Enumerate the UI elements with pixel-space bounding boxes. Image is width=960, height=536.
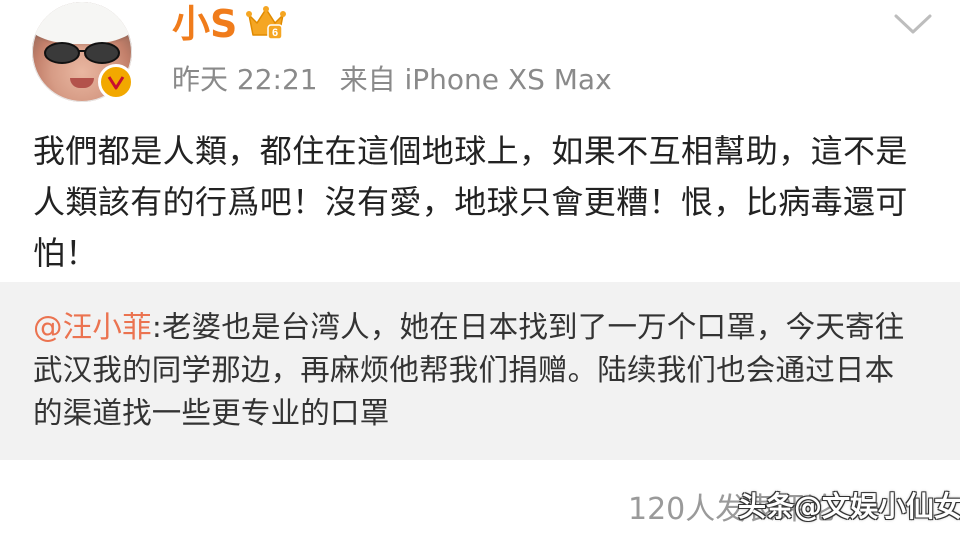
username[interactable]: 小S — [172, 0, 237, 48]
post-text: 我們都是人類，都住在這個地球上，如果不互相幫助，這不是人類該有的行爲吧！沒有愛，… — [33, 132, 908, 272]
badge-level: 6 — [272, 27, 278, 39]
post-source: 来自 iPhone XS Max — [339, 63, 612, 96]
crown-icon: 6 — [246, 6, 286, 40]
retweet-content: @汪小菲:老婆也是台湾人，她在日本找到了一万个口罩，今天寄往武汉我的同学那边，再… — [33, 306, 923, 435]
post-time: 昨天 22:21 — [172, 63, 318, 96]
mention-link[interactable]: @汪小菲 — [33, 310, 152, 344]
chevron-down-icon[interactable] — [893, 12, 933, 36]
weibo-post: 小S 6 昨天 22:21 来自 iPhone XS Max 我們都是人類，都住在… — [0, 0, 960, 536]
watermark: 头条@文娱小仙女 — [738, 490, 960, 523]
avatar-glasses — [44, 42, 120, 64]
retweet-block[interactable]: @汪小菲:老婆也是台湾人，她在日本找到了一万个口罩，今天寄往武汉我的同学那边，再… — [0, 282, 960, 460]
avatar-hat — [32, 2, 132, 44]
post-meta: 昨天 22:21 来自 iPhone XS Max — [172, 60, 612, 100]
avatar-mouth — [70, 78, 94, 88]
retweet-text: :老婆也是台湾人，她在日本找到了一万个口罩，今天寄往武汉我的同学那边，再麻烦他帮… — [33, 310, 905, 430]
verified-icon — [98, 64, 134, 100]
